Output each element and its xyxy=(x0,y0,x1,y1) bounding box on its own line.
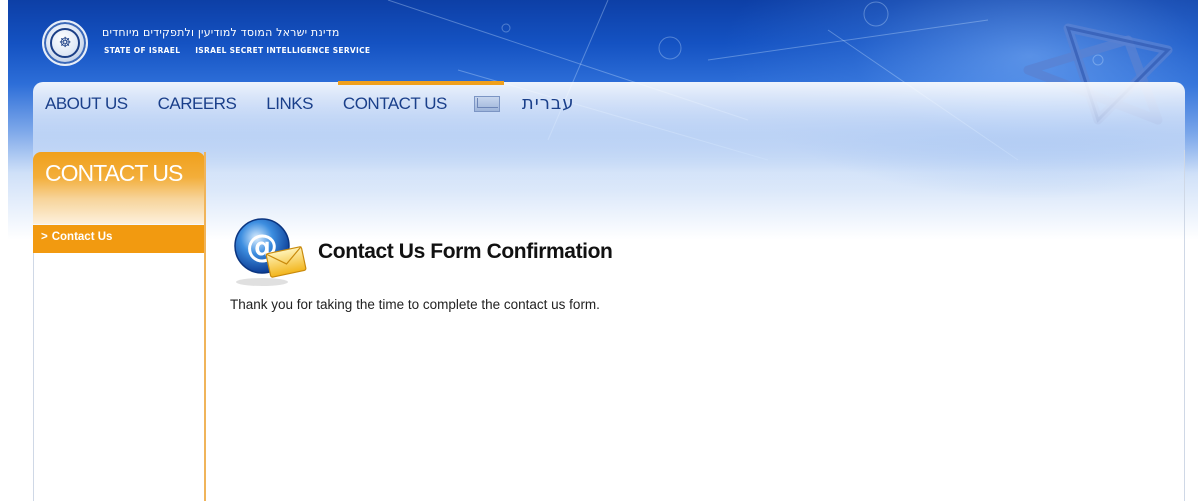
nav-contact-us[interactable]: CONTACT US xyxy=(337,81,504,114)
sidebar-item-label: Contact Us xyxy=(51,231,113,243)
nav-careers[interactable]: CAREERS xyxy=(155,84,240,114)
sidebar-divider xyxy=(204,152,206,501)
sidebar-title: CONTACT US xyxy=(45,160,183,186)
state-of-israel-label: STATE OF ISRAEL xyxy=(104,46,181,55)
nav-links[interactable]: LINKS xyxy=(263,84,316,114)
email-at-envelope-icon: @ xyxy=(234,218,307,286)
chevron-right-icon: > xyxy=(41,231,48,243)
hebrew-organization-title: מדינת ישראל המוסד למודיעין ולתפקידים מיו… xyxy=(102,26,340,39)
intelligence-service-label: ISRAEL SECRET INTELLIGENCE SERVICE xyxy=(195,46,371,55)
seal-emblem: ☸ xyxy=(50,28,80,58)
english-organization-title: STATE OF ISRAEL ISRAEL SECRET INTELLIGEN… xyxy=(104,46,370,55)
main-nav: ABOUT US CAREERS LINKS CONTACT US עברית xyxy=(42,81,575,124)
sidebar-item-contact-us[interactable]: > Contact Us xyxy=(33,225,205,253)
envelope-icon[interactable] xyxy=(473,96,500,112)
left-border xyxy=(33,253,34,501)
nav-hebrew-language[interactable]: עברית xyxy=(522,84,575,114)
nav-about-us[interactable]: ABOUT US xyxy=(42,84,131,114)
confirmation-message: Thank you for taking the time to complet… xyxy=(230,297,600,312)
mossad-seal-logo: ☸ xyxy=(42,20,88,66)
right-border xyxy=(1184,150,1185,501)
sidebar-header: CONTACT US xyxy=(33,152,205,224)
page-title: Contact Us Form Confirmation xyxy=(318,240,613,263)
page: ☸ מדינת ישראל המוסד למודיעין ולתפקידים מ… xyxy=(0,0,1202,501)
